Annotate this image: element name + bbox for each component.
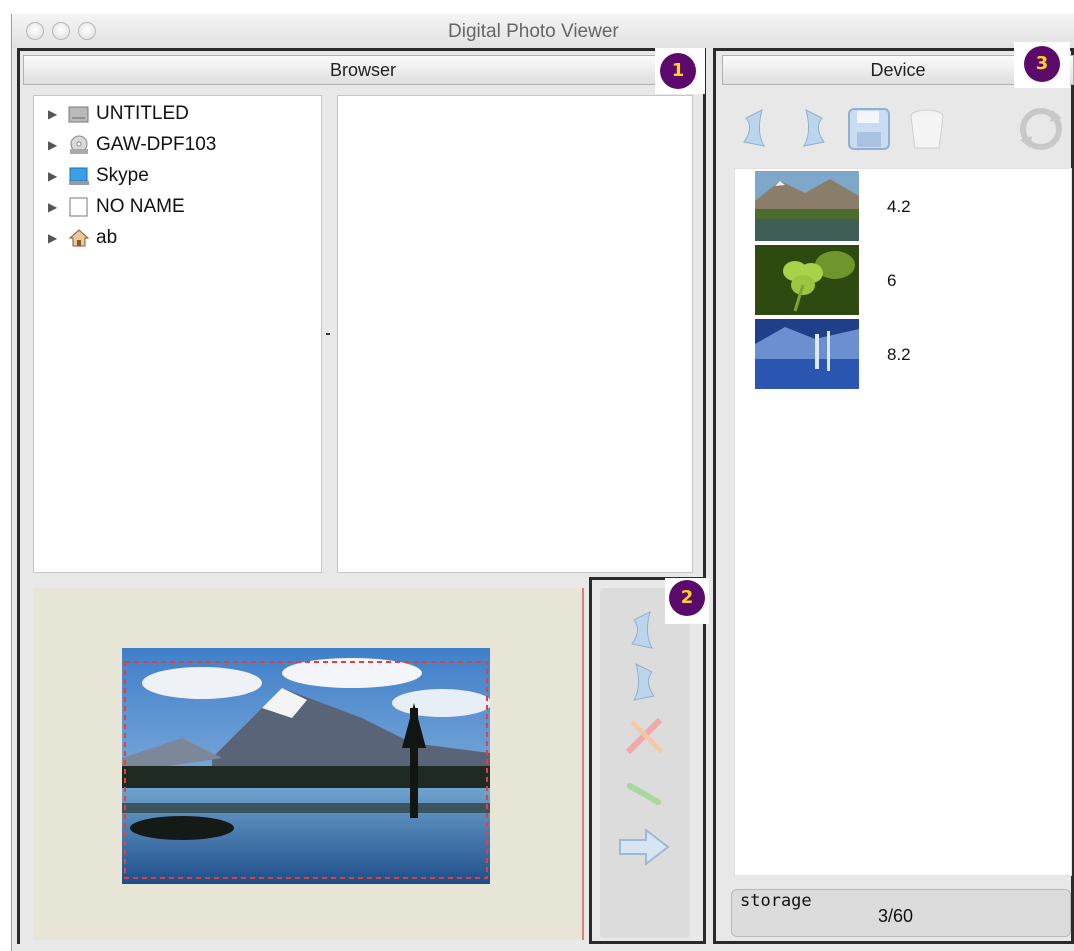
splitter-handle[interactable]	[326, 333, 330, 335]
device-photo-item[interactable]: 8.2	[735, 317, 1071, 391]
storage-value: 3/60	[878, 906, 914, 926]
photo-thumbnail	[755, 245, 859, 315]
file-list-pane[interactable]	[337, 95, 693, 573]
tree-item-gaw-dpf103[interactable]: ▶ GAW-DPF103	[48, 132, 216, 158]
window-title: Digital Photo Viewer	[448, 21, 619, 42]
photo-thumbnail	[755, 171, 859, 241]
callout-badge: 3	[1024, 46, 1060, 82]
edit-toolbar	[600, 588, 690, 938]
rotate-left-icon[interactable]	[624, 608, 658, 652]
folder-tree-pane[interactable]: ▶ UNTITLED ▶ GAW-DPF103 ▶ Skype ▶ NO NAM…	[33, 95, 322, 573]
crop-icon[interactable]	[620, 712, 670, 760]
preview-photo	[122, 648, 490, 884]
disclosure-triangle-icon[interactable]: ▶	[48, 231, 68, 245]
rotate-right-icon[interactable]	[628, 660, 662, 704]
tree-item-label: NO NAME	[96, 196, 185, 217]
callout-badge: 1	[660, 53, 696, 89]
callout-badge: 2	[669, 580, 705, 616]
transfer-arrow-icon[interactable]	[616, 824, 672, 870]
optical-drive-icon	[68, 135, 90, 155]
storage-panel: storage 3/60	[731, 889, 1071, 937]
photo-value: 8.2	[887, 345, 911, 364]
callout-2: 2	[665, 578, 709, 624]
browser-header: Browser	[23, 55, 703, 85]
disclosure-triangle-icon[interactable]: ▶	[48, 138, 68, 152]
rotate-left-icon[interactable]	[736, 106, 770, 150]
save-icon[interactable]	[846, 106, 892, 152]
photo-value: 4.2	[887, 197, 911, 216]
photo-value: 6	[887, 271, 897, 290]
title-bar: Digital Photo Viewer	[12, 14, 1074, 48]
device-photo-item[interactable]: 4.2	[735, 169, 1071, 243]
refresh-icon[interactable]	[1016, 104, 1066, 154]
device-photo-list[interactable]: 4.2 6 8.2	[734, 168, 1072, 876]
home-folder-icon	[68, 228, 90, 248]
tree-item-no-name[interactable]: ▶ NO NAME	[48, 194, 185, 220]
tree-item-skype[interactable]: ▶ Skype	[48, 163, 149, 189]
tree-item-label: GAW-DPF103	[96, 134, 217, 155]
callout-1: 1	[655, 48, 705, 94]
device-photo-item[interactable]: 6	[735, 243, 1071, 317]
photo-thumbnail	[755, 319, 859, 389]
tree-item-ab[interactable]: ▶ ab	[48, 225, 117, 251]
minimize-window-button[interactable]	[52, 22, 70, 40]
skype-drive-icon	[68, 166, 90, 186]
tree-item-label: Skype	[96, 165, 149, 186]
tree-item-untitled[interactable]: ▶ UNTITLED	[48, 101, 189, 127]
tree-item-label: ab	[96, 227, 118, 248]
image-preview-pane	[33, 588, 584, 940]
disclosure-triangle-icon[interactable]: ▶	[48, 169, 68, 183]
device-toolbar	[722, 92, 1074, 164]
close-window-button[interactable]	[26, 22, 44, 40]
storage-label: storage	[740, 891, 812, 911]
callout-3: 3	[1014, 42, 1070, 88]
zoom-window-button[interactable]	[78, 22, 96, 40]
rotate-right-icon[interactable]	[798, 106, 832, 150]
disclosure-triangle-icon[interactable]: ▶	[48, 200, 68, 214]
hard-drive-icon	[68, 104, 90, 124]
disclosure-triangle-icon[interactable]: ▶	[48, 107, 68, 121]
removable-drive-icon	[68, 197, 90, 217]
trash-icon[interactable]	[906, 106, 948, 152]
pencil-icon[interactable]	[624, 778, 664, 808]
tree-item-label: UNTITLED	[96, 103, 189, 124]
